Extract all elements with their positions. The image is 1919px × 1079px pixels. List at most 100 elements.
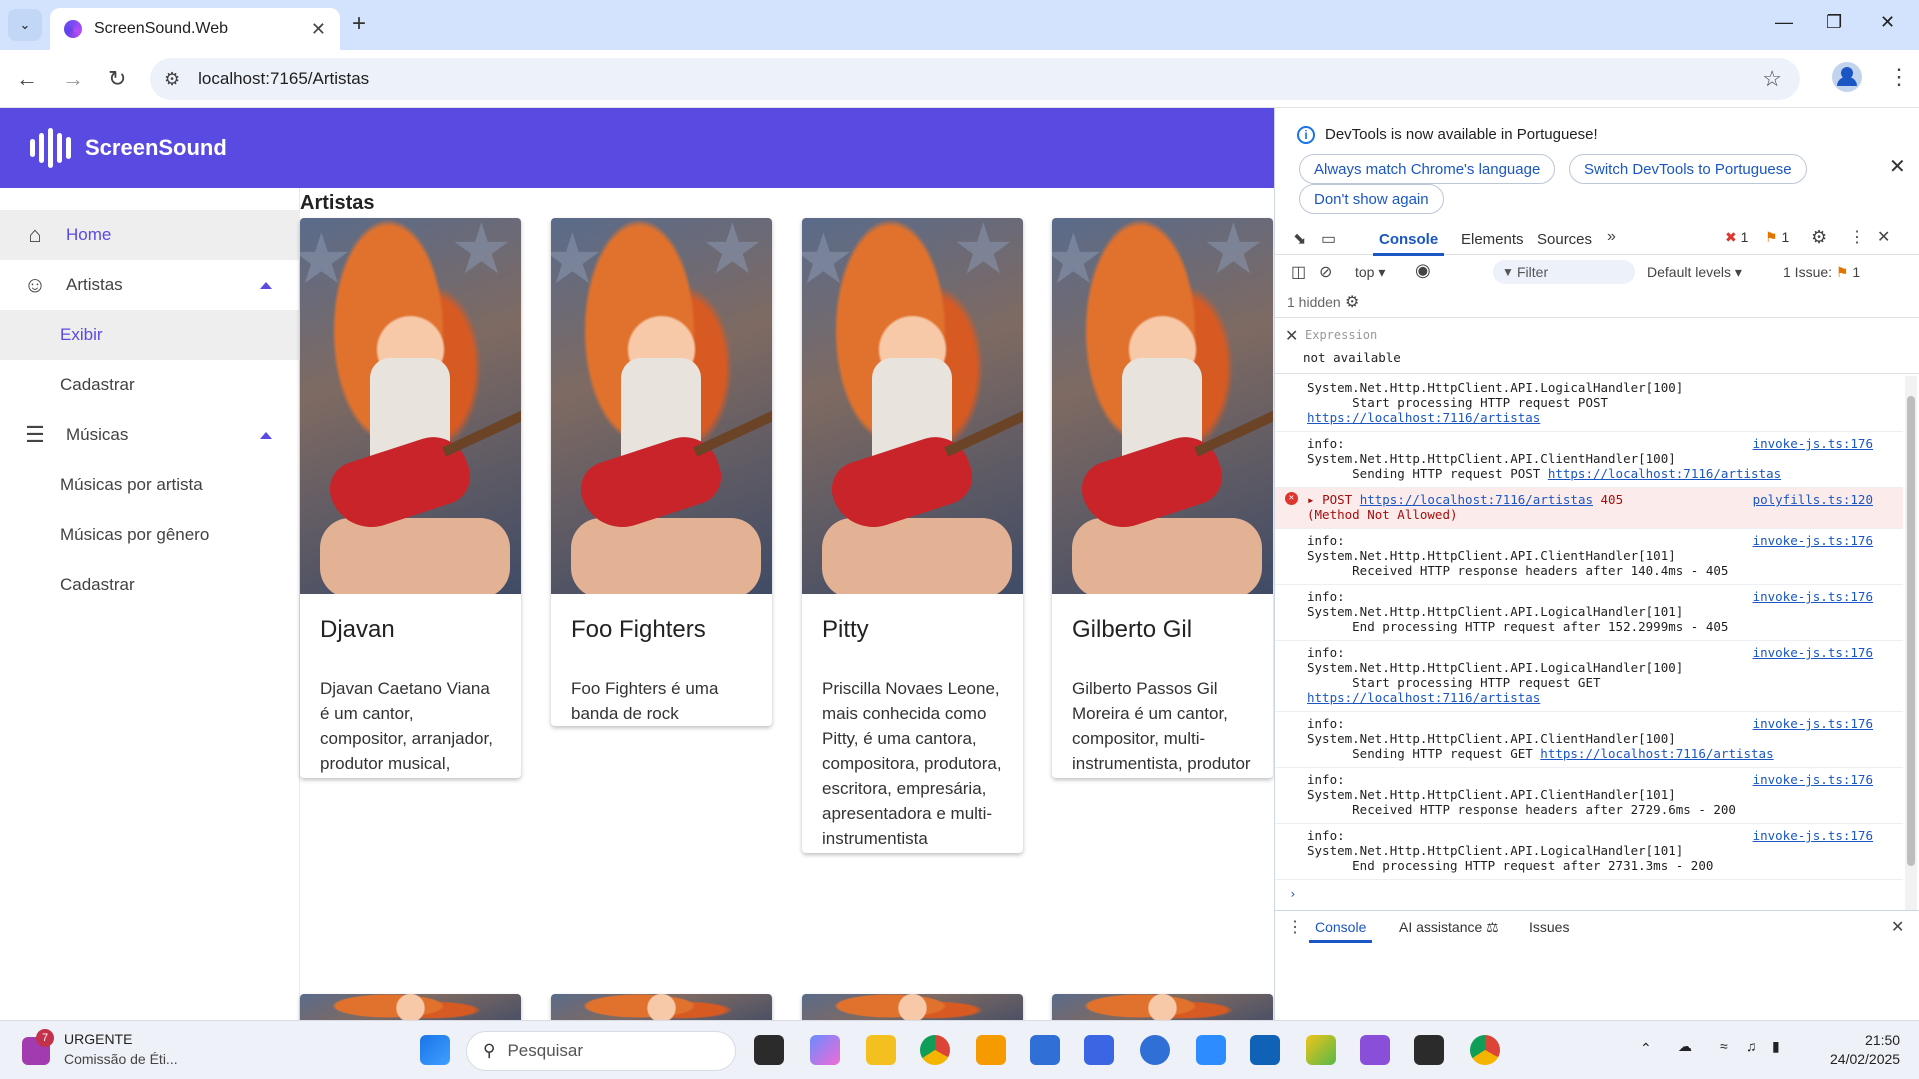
tab-sources[interactable]: Sources [1537, 231, 1592, 248]
context-selector[interactable]: top ▾ [1355, 264, 1385, 281]
request-url-link[interactable]: https://localhost:7116/artistas [1307, 690, 1540, 705]
clear-console-icon[interactable]: ⊘ [1319, 262, 1332, 282]
tab-elements[interactable]: Elements [1461, 231, 1524, 248]
console-filter-input[interactable]: ▼ Filter [1493, 260, 1635, 284]
error-count-badge[interactable]: ✖ 1 [1725, 229, 1748, 246]
nav-cadastrar-musica[interactable]: Cadastrar [0, 560, 300, 610]
nav-musicas-por-artista[interactable]: Músicas por artista [0, 460, 300, 510]
back-button[interactable]: ← [16, 66, 38, 92]
copilot-icon[interactable] [810, 1035, 840, 1065]
file-explorer-icon[interactable] [866, 1035, 896, 1065]
request-url-link[interactable]: https://localhost:7116/artistas [1540, 746, 1773, 761]
restore-button[interactable]: ❐ [1826, 12, 1842, 33]
close-drawer-icon[interactable]: ✕ [1891, 917, 1904, 937]
drawer-tab-issues[interactable]: Issues [1529, 919, 1569, 935]
nav-exibir[interactable]: Exibir [0, 310, 300, 360]
inspect-element-icon[interactable]: ⬊ [1293, 229, 1306, 249]
issues-counter[interactable]: 1 Issue: ⚑ 1 [1783, 264, 1860, 281]
artist-card-next-row[interactable] [802, 994, 1023, 1020]
sync-app-icon[interactable] [1140, 1035, 1170, 1065]
new-tab-button[interactable]: + [352, 10, 366, 38]
log-levels-dropdown[interactable]: Default levels ▾ [1647, 264, 1742, 281]
sidebar-toggle-icon[interactable]: ◫ [1291, 262, 1306, 282]
artist-card[interactable]: ★ ★ Foo Fighters Foo Fighters é uma banda d… [551, 218, 772, 726]
source-location-link[interactable]: invoke-js.ts:176 [1753, 828, 1873, 843]
artist-card-next-row[interactable] [551, 994, 772, 1020]
tab-close-icon[interactable]: ✕ [311, 19, 326, 40]
microsoft-store-icon[interactable] [1030, 1035, 1060, 1065]
drawer-tab-ai-assistance[interactable]: AI assistance ⚖ [1399, 919, 1499, 936]
artist-card-next-row[interactable] [300, 994, 521, 1020]
bookmark-star-icon[interactable]: ☆ [1762, 66, 1782, 92]
source-location-link[interactable]: invoke-js.ts:176 [1753, 716, 1873, 731]
source-location-link[interactable]: invoke-js.ts:176 [1753, 533, 1873, 548]
close-devtools-icon[interactable]: ✕ [1877, 227, 1890, 247]
source-location-link[interactable]: polyfills.ts:120 [1753, 492, 1873, 507]
devtools-menu-icon[interactable]: ⋮ [1849, 227, 1865, 247]
minimize-button[interactable]: — [1775, 12, 1793, 33]
site-info-icon[interactable]: ⚙ [164, 69, 180, 90]
wifi-icon[interactable]: ≈ [1720, 1037, 1728, 1056]
brand-name[interactable]: ScreenSound [85, 135, 227, 161]
console-scrollbar[interactable] [1905, 376, 1917, 924]
task-view-icon[interactable] [754, 1035, 784, 1065]
dont-show-again-button[interactable]: Don't show again [1299, 184, 1444, 214]
expand-arrow-icon[interactable]: ▸ [1307, 492, 1322, 507]
artist-card[interactable]: ★ ★ Gilberto Gil Gilberto Passos Gil Moreir… [1052, 218, 1273, 778]
source-location-link[interactable]: invoke-js.ts:176 [1753, 772, 1873, 787]
chrome-icon[interactable] [920, 1035, 950, 1065]
artist-card-next-row[interactable] [1052, 994, 1273, 1020]
tray-chevron-icon[interactable]: ⌃ [1640, 1039, 1652, 1058]
request-url-link[interactable]: https://localhost:7116/artistas [1307, 410, 1540, 425]
windows-start-icon[interactable] [420, 1035, 450, 1065]
remove-expression-icon[interactable]: ✕ [1285, 326, 1298, 346]
sublime-text-icon[interactable] [976, 1035, 1006, 1065]
close-infobar-icon[interactable]: ✕ [1889, 154, 1906, 179]
drawer-menu-icon[interactable]: ⋮ [1287, 917, 1303, 937]
switch-to-portuguese-button[interactable]: Switch DevTools to Portuguese [1569, 154, 1807, 184]
clock[interactable]: 21:50 24/02/2025 [1830, 1031, 1900, 1069]
profile-avatar[interactable] [1832, 62, 1862, 92]
battery-icon[interactable]: ▮ [1772, 1037, 1780, 1056]
device-toolbar-icon[interactable]: ▭ [1321, 229, 1336, 249]
warning-count-badge[interactable]: ⚑ 1 [1765, 229, 1789, 246]
source-location-link[interactable]: invoke-js.ts:176 [1753, 589, 1873, 604]
nav-cadastrar-artista[interactable]: Cadastrar [0, 360, 300, 410]
nav-musicas-por-genero[interactable]: Músicas por gênero [0, 510, 300, 560]
chrome-active-icon[interactable] [1470, 1035, 1500, 1065]
notification-subtitle[interactable]: Comissão de Éti... [64, 1051, 178, 1067]
terminal-icon[interactable] [1414, 1035, 1444, 1065]
outlook-icon[interactable] [1250, 1035, 1280, 1065]
forward-button[interactable]: → [62, 66, 84, 92]
tab-console[interactable]: Console [1372, 231, 1445, 256]
source-location-link[interactable]: invoke-js.ts:176 [1753, 436, 1873, 451]
chrome-menu-icon[interactable]: ⋮ [1888, 64, 1910, 90]
live-expression-eye-icon[interactable]: ◉ [1415, 260, 1431, 281]
browser-tab[interactable]: ScreenSound.Web ✕ [50, 8, 340, 50]
request-url-link[interactable]: https://localhost:7116/artistas [1360, 492, 1593, 507]
expression-label[interactable]: Expression [1305, 328, 1377, 342]
nav-home[interactable]: ⌂ Home [0, 210, 300, 260]
close-window-button[interactable]: ✕ [1880, 12, 1895, 33]
visual-studio-icon[interactable] [1360, 1035, 1390, 1065]
settings-gear-icon[interactable]: ⚙ [1811, 227, 1827, 248]
console-prompt[interactable]: › [1275, 880, 1903, 907]
drawer-tab-console[interactable]: Console [1308, 919, 1373, 943]
artist-card[interactable]: ★ ★ Pitty Priscilla Novaes Leone, mais conh… [802, 218, 1023, 853]
console-settings-icon[interactable]: ⚙ [1345, 292, 1359, 312]
address-bar[interactable]: ⚙ localhost:7165/Artistas ☆ [150, 58, 1800, 100]
nav-musicas-group[interactable]: ☰ Músicas [0, 410, 300, 460]
app-icon-2[interactable] [1306, 1035, 1336, 1065]
notification-title[interactable]: URGENTE [64, 1031, 132, 1047]
zoom-icon[interactable] [1196, 1035, 1226, 1065]
more-tabs-icon[interactable]: » [1607, 228, 1616, 246]
taskbar-search[interactable]: ⚲ Pesquisar [466, 1031, 736, 1071]
reload-button[interactable]: ↻ [108, 66, 126, 92]
volume-icon[interactable]: ♫ [1746, 1037, 1757, 1056]
always-match-language-button[interactable]: Always match Chrome's language [1299, 154, 1556, 184]
network-icon[interactable]: ☁ [1678, 1037, 1692, 1056]
app-icon[interactable] [1084, 1035, 1114, 1065]
nav-artistas-group[interactable]: ☺ Artistas [0, 260, 300, 310]
artist-card[interactable]: ★ ★ Djavan Djavan Caetano Viana é um cantor… [300, 218, 521, 778]
source-location-link[interactable]: invoke-js.ts:176 [1753, 645, 1873, 660]
